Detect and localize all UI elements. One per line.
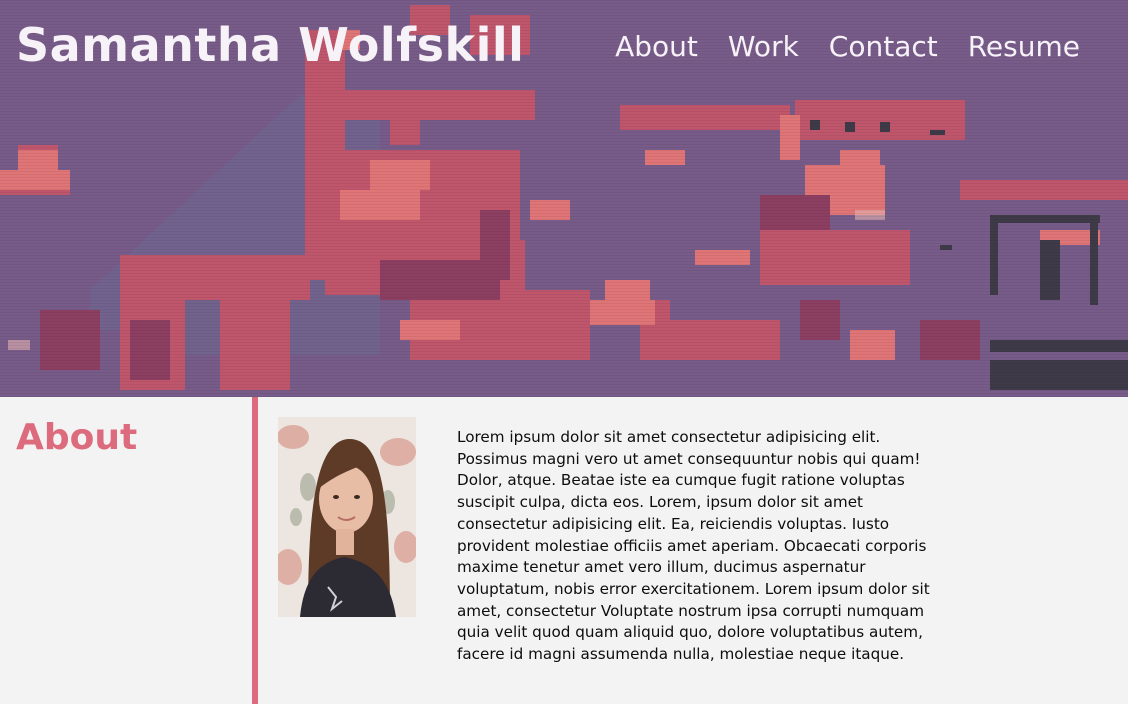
about-heading: About: [16, 417, 138, 458]
nav-link-about[interactable]: About: [615, 30, 698, 63]
nav-link-work[interactable]: Work: [728, 30, 799, 63]
hero-banner: Samantha Wolfskill About Work Contact Re…: [0, 0, 1128, 397]
about-bio: Lorem ipsum dolor sit amet consectetur a…: [457, 428, 930, 664]
profile-photo: [278, 417, 416, 617]
section-divider: [252, 397, 258, 704]
nav-link-contact[interactable]: Contact: [829, 30, 938, 63]
main-nav: About Work Contact Resume: [615, 30, 1080, 63]
nav-link-resume[interactable]: Resume: [968, 30, 1080, 63]
site-title[interactable]: Samantha Wolfskill: [16, 18, 524, 72]
about-section: About Lorem ipsum dolor sit amet consect…: [0, 397, 1128, 704]
